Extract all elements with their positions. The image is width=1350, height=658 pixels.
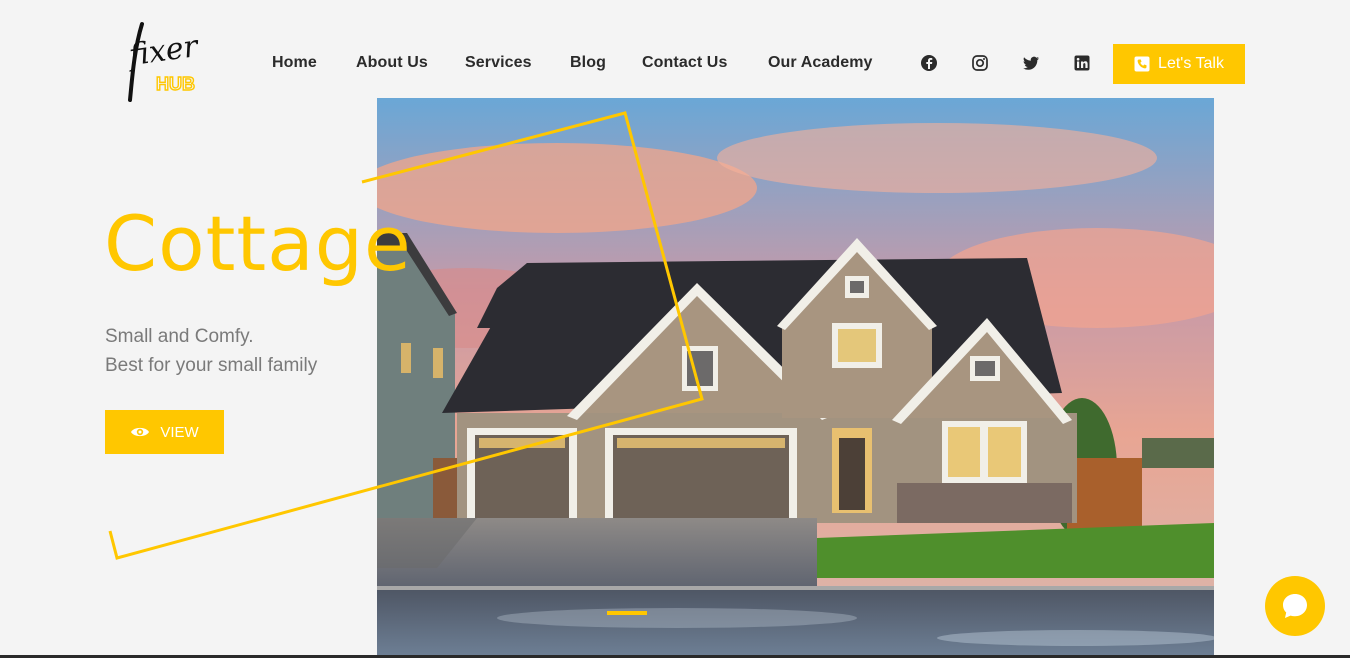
phone-icon <box>1134 56 1150 72</box>
logo-text-bottom: HUB <box>156 74 195 94</box>
hero-title: Cottage <box>104 199 412 288</box>
hero-house-image <box>377 98 1214 658</box>
hero-subtitle-line2: Best for your small family <box>105 355 318 376</box>
hero-subtitle-line1: Small and Comfy. <box>105 326 254 347</box>
nav-blog[interactable]: Blog <box>570 54 606 72</box>
hero-subtitle: Small and Comfy. Best for your small fam… <box>105 322 317 380</box>
view-button[interactable]: VIEW <box>105 410 224 454</box>
nav-services[interactable]: Services <box>465 54 532 72</box>
facebook-icon[interactable] <box>920 54 938 72</box>
nav-about-us[interactable]: About Us <box>356 54 428 72</box>
chat-widget-button[interactable] <box>1265 576 1325 636</box>
fixerhub-logo[interactable]: fixer HUB <box>124 20 206 108</box>
nav-contact-us[interactable]: Contact Us <box>642 54 727 72</box>
instagram-icon[interactable] <box>971 54 989 72</box>
eye-icon <box>131 427 150 437</box>
chat-bubble-icon <box>1283 594 1307 618</box>
nav-our-academy[interactable]: Our Academy <box>768 54 873 72</box>
lets-talk-label: Let's Talk <box>1158 55 1224 72</box>
lets-talk-button[interactable]: Let's Talk <box>1113 44 1245 84</box>
twitter-icon[interactable] <box>1022 54 1040 72</box>
linkedin-icon[interactable] <box>1073 54 1091 72</box>
view-button-label: VIEW <box>160 423 199 441</box>
slider-indicator[interactable] <box>607 611 647 615</box>
nav-home[interactable]: Home <box>272 54 317 72</box>
